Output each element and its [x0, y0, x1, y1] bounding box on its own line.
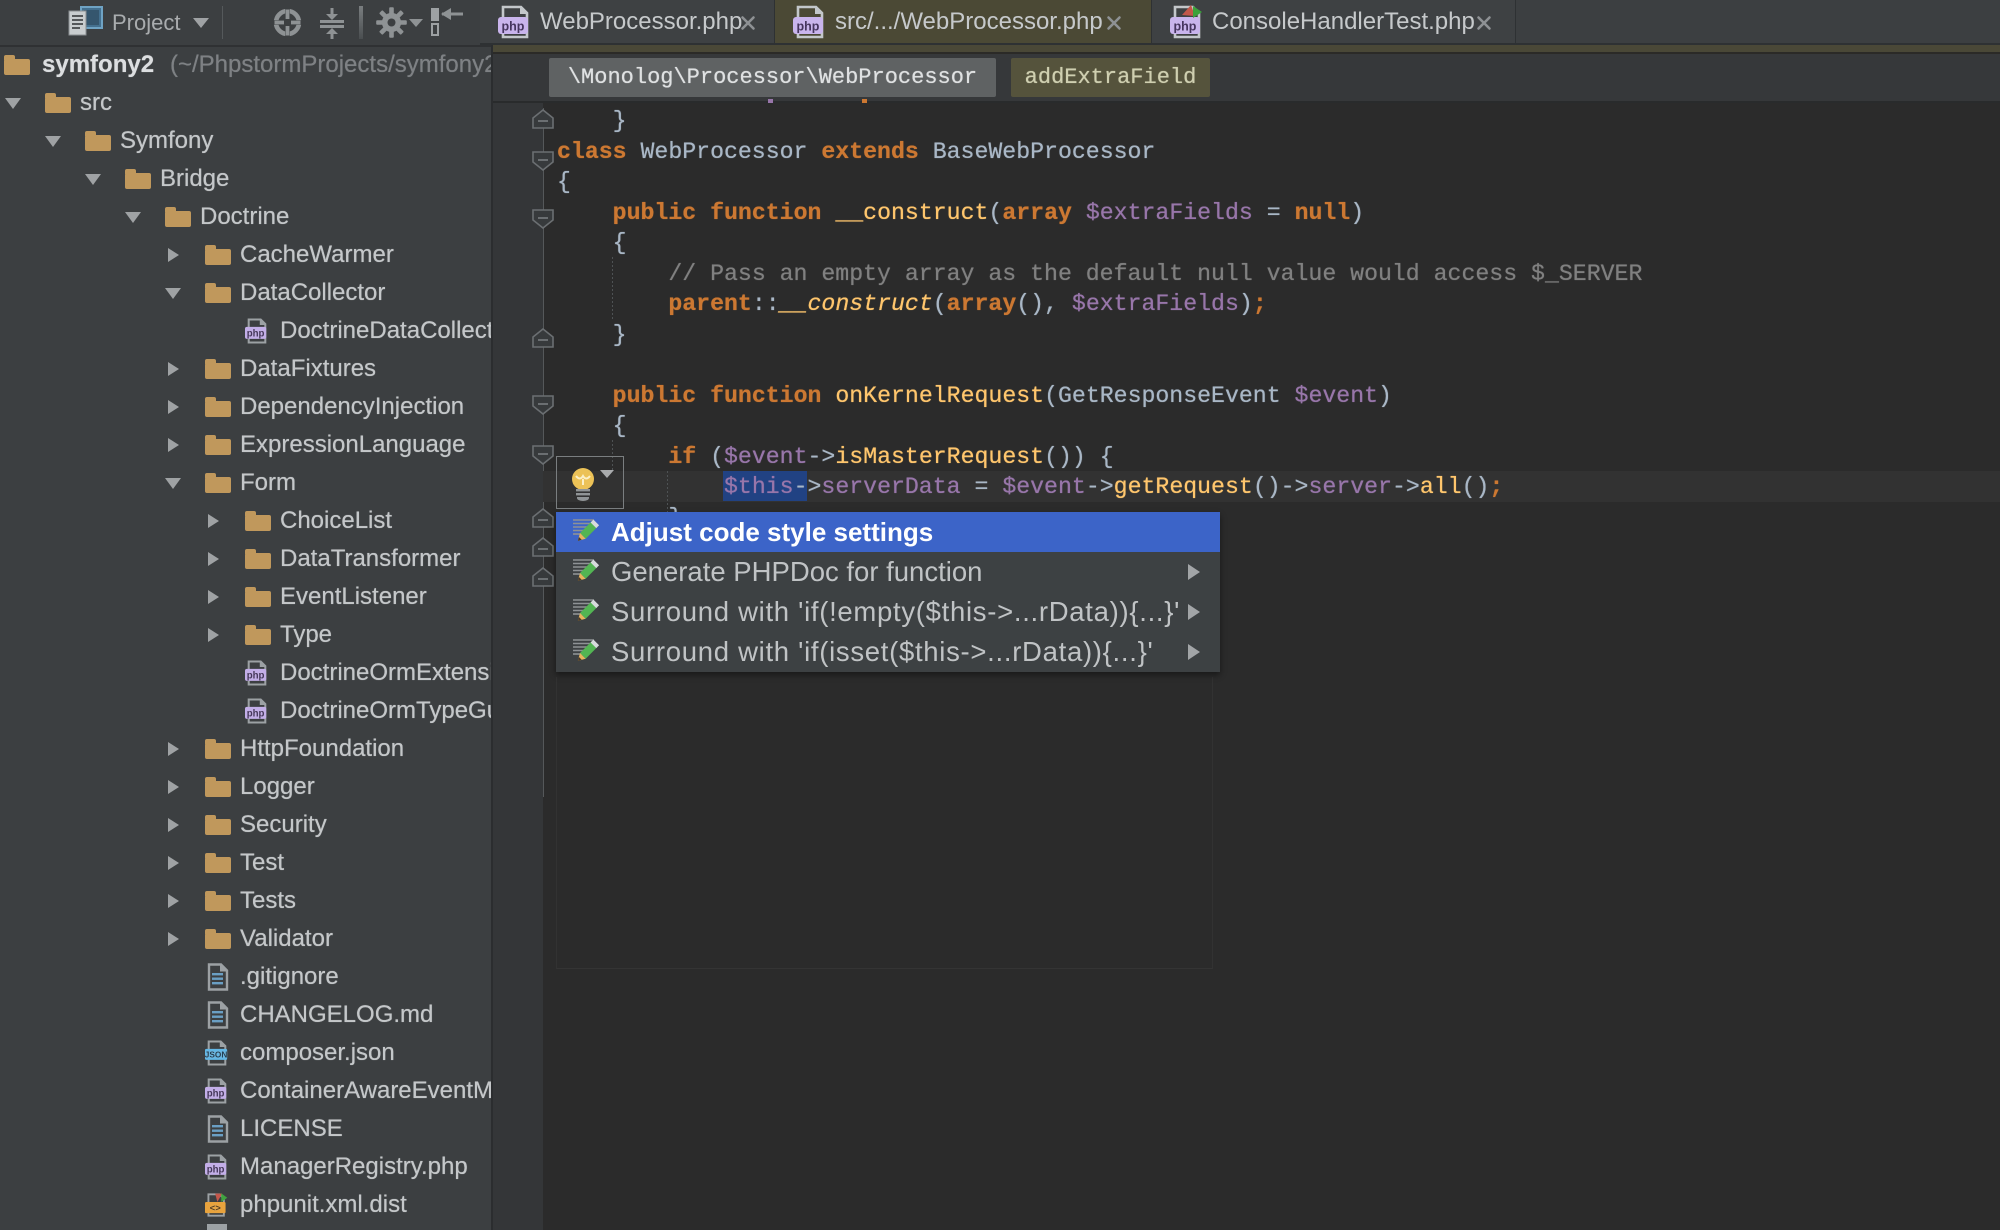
svg-text:php: php	[207, 1165, 225, 1176]
svg-text:php: php	[247, 671, 265, 682]
svg-text:php: php	[247, 709, 265, 720]
svg-text:php: php	[1174, 20, 1197, 34]
svg-text:php: php	[247, 329, 265, 340]
svg-text:php: php	[207, 1089, 225, 1100]
svg-text:php: php	[502, 20, 525, 34]
svg-text:JSON: JSON	[205, 1050, 227, 1060]
svg-text:php: php	[797, 20, 820, 34]
svg-text:<>: <>	[210, 1203, 222, 1214]
